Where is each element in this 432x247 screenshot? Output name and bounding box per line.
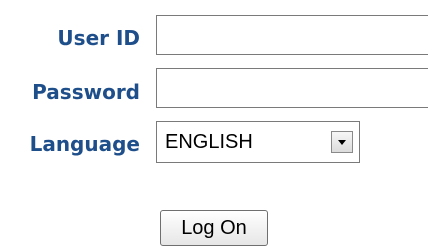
chevron-down-icon[interactable]	[331, 131, 353, 153]
password-label: Password	[32, 80, 140, 104]
language-selected-value: ENGLISH	[165, 131, 253, 153]
userid-label: User ID	[57, 26, 140, 50]
logon-button[interactable]: Log On	[160, 210, 268, 246]
userid-input[interactable]	[156, 15, 428, 55]
language-select[interactable]: ENGLISH	[156, 121, 360, 163]
password-input[interactable]	[156, 68, 428, 108]
language-label: Language	[29, 132, 140, 156]
login-form: User ID Password Language ENGLISH Log On	[0, 0, 432, 247]
